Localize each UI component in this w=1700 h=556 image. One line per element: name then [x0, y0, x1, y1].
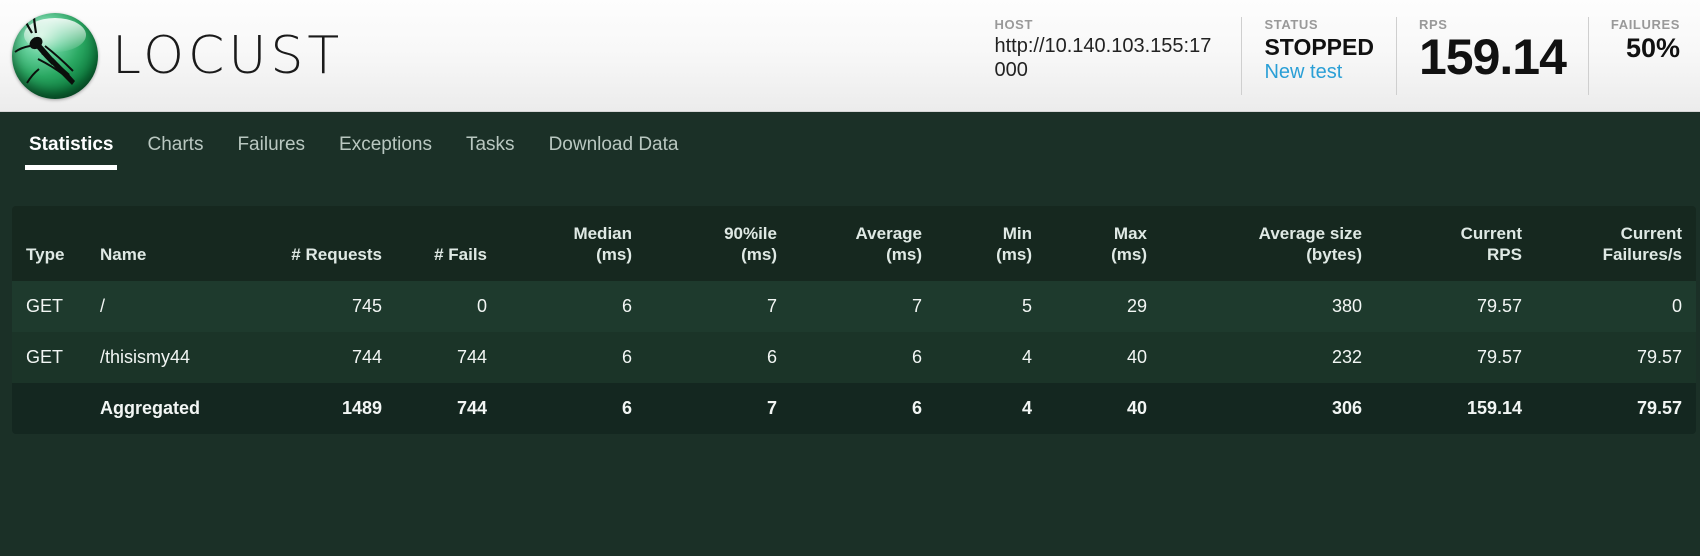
cell-min: 4: [936, 383, 1046, 435]
col-name[interactable]: Name: [86, 206, 246, 282]
cell-name: Aggregated: [86, 383, 246, 435]
table-row-aggregated[interactable]: Aggregated 1489 744 6 7 6 4 40 306 159.1…: [12, 383, 1696, 435]
cell-fails: 744: [396, 383, 501, 435]
rps-value: 159.14: [1418, 28, 1567, 85]
brand-name: LOCUST: [112, 25, 344, 86]
col-requests[interactable]: # Requests: [246, 206, 396, 282]
host-label: HOST: [994, 16, 1033, 32]
tab-statistics[interactable]: Statistics: [12, 134, 130, 170]
cell-average: 7: [791, 281, 936, 333]
col-p90[interactable]: 90%ile (ms): [646, 206, 791, 282]
cell-current-rps: 159.14: [1376, 383, 1536, 435]
failures-label: FAILURES: [1610, 16, 1680, 32]
status-value: STOPPED: [1264, 33, 1374, 60]
cell-requests: 1489: [246, 383, 396, 435]
cell-median: 6: [501, 281, 646, 333]
cell-p90: 6: [646, 332, 791, 384]
cell-p90: 7: [646, 383, 791, 435]
cell-type: GET: [12, 281, 86, 333]
col-max[interactable]: Max (ms): [1046, 206, 1161, 282]
tab-tasks[interactable]: Tasks: [449, 134, 532, 170]
tab-download-data[interactable]: Download Data: [532, 134, 696, 170]
cell-name: /thisismy44: [86, 332, 246, 384]
cell-average: 6: [791, 332, 936, 384]
failures-stat: FAILURES 50%: [1587, 16, 1684, 95]
col-median[interactable]: Median (ms): [501, 206, 646, 282]
main-nav: Statistics Charts Failures Exceptions Ta…: [0, 112, 1700, 184]
cell-average-size: 232: [1161, 332, 1376, 384]
app-header: LOCUST HOST http://10.140.103.155:17000 …: [0, 0, 1700, 112]
tab-charts[interactable]: Charts: [130, 134, 220, 170]
cell-fails: 0: [396, 281, 501, 333]
cell-requests: 745: [246, 281, 396, 333]
table-header: Type Name # Requests # Fails Median (ms) …: [12, 206, 1696, 282]
status-stat: STATUS STOPPED New test: [1241, 16, 1396, 95]
cell-requests: 744: [246, 332, 396, 384]
host-stat: HOST http://10.140.103.155:17000: [972, 17, 1241, 95]
col-type[interactable]: Type: [12, 206, 86, 282]
col-average-size[interactable]: Average size (bytes): [1161, 206, 1376, 282]
table-row[interactable]: GET /thisismy44 744 744 6 6 6 4 40 232 7…: [12, 332, 1696, 384]
cell-average-size: 380: [1161, 281, 1376, 333]
header-stats: HOST http://10.140.103.155:17000 STATUS …: [972, 16, 1700, 95]
cell-max: 40: [1046, 332, 1161, 384]
col-min[interactable]: Min (ms): [936, 206, 1046, 282]
col-current-rps[interactable]: Current RPS: [1376, 206, 1536, 282]
statistics-table: Type Name # Requests # Fails Median (ms) …: [12, 206, 1696, 435]
statistics-panel: Type Name # Requests # Fails Median (ms) …: [0, 184, 1700, 435]
cell-p90: 7: [646, 281, 791, 333]
table-row[interactable]: GET / 745 0 6 7 7 5 29 380 79.57 0: [12, 281, 1696, 333]
tab-failures[interactable]: Failures: [220, 134, 322, 170]
cell-current-rps: 79.57: [1376, 281, 1536, 333]
locust-logo-icon: [12, 12, 98, 99]
cell-current-failures: 79.57: [1536, 332, 1696, 384]
cell-min: 4: [936, 332, 1046, 384]
table-header-row: Type Name # Requests # Fails Median (ms) …: [12, 206, 1696, 282]
failures-value: 50%: [1625, 32, 1680, 63]
cell-median: 6: [501, 383, 646, 435]
cell-median: 6: [501, 332, 646, 384]
status-label: STATUS: [1264, 16, 1319, 32]
col-average[interactable]: Average (ms): [791, 206, 936, 282]
cell-current-rps: 79.57: [1376, 332, 1536, 384]
cell-name: /: [86, 281, 246, 333]
cell-max: 29: [1046, 281, 1161, 333]
rps-stat: RPS 159.14: [1395, 16, 1588, 95]
cell-fails: 744: [396, 332, 501, 384]
host-value: http://10.140.103.155:17000: [994, 34, 1212, 81]
new-test-link[interactable]: New test: [1264, 60, 1374, 85]
col-current-failures[interactable]: Current Failures/s: [1536, 206, 1696, 282]
cell-max: 40: [1046, 383, 1161, 435]
brand-logo[interactable]: LOCUST: [0, 12, 344, 99]
cell-type: GET: [12, 332, 86, 384]
cell-current-failures: 79.57: [1536, 383, 1696, 435]
cell-average-size: 306: [1161, 383, 1376, 435]
cell-current-failures: 0: [1536, 281, 1696, 333]
cell-average: 6: [791, 383, 936, 435]
tab-exceptions[interactable]: Exceptions: [322, 134, 449, 170]
col-fails[interactable]: # Fails: [396, 206, 501, 282]
table-body: GET / 745 0 6 7 7 5 29 380 79.57 0 GET /…: [12, 281, 1696, 435]
cell-min: 5: [936, 281, 1046, 333]
cell-type: [12, 383, 86, 435]
locust-bug-icon: [14, 15, 75, 85]
